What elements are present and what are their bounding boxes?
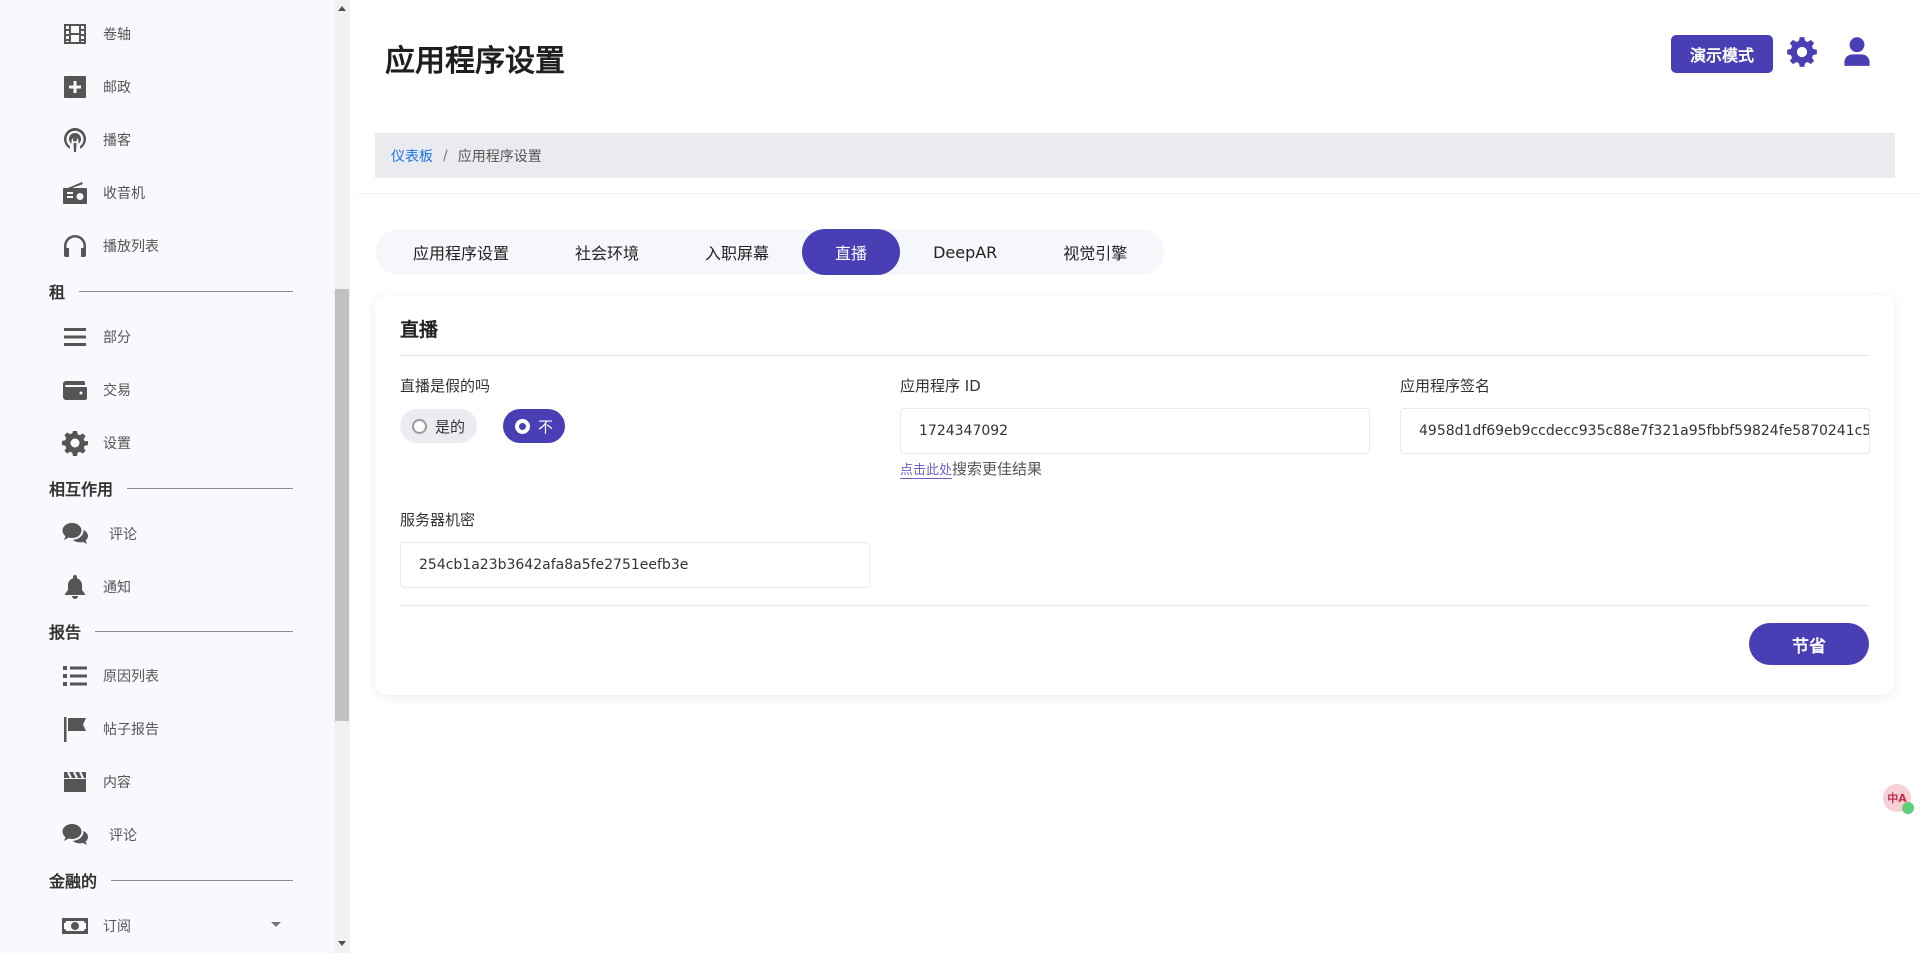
wallet-icon xyxy=(61,376,89,404)
sidebar-item-sections[interactable]: 部分 xyxy=(61,319,131,355)
radio-yes[interactable]: 是的 xyxy=(400,409,478,443)
flag-icon xyxy=(61,715,89,743)
section-interaction: 相互作用 xyxy=(49,478,293,499)
sidebar-item-comments-2[interactable]: 评论 xyxy=(61,817,137,853)
demo-mode-button[interactable]: 演示模式 xyxy=(1671,35,1773,73)
podcast-icon xyxy=(61,126,89,154)
sidebar-item-label: 邮政 xyxy=(103,80,131,96)
fake-live-label: 直播是假的吗 xyxy=(400,377,491,395)
server-secret-input[interactable]: 254cb1a23b3642afa8a5fe2751eefb3e xyxy=(400,542,870,588)
list-icon xyxy=(61,662,89,690)
tab-onboarding[interactable]: 入职屏幕 xyxy=(672,229,802,275)
sidebar-item-comments[interactable]: 评论 xyxy=(61,516,137,552)
user-icon[interactable] xyxy=(1841,35,1875,69)
sidebar-item-label: 卷轴 xyxy=(103,27,131,43)
page-title: 应用程序设置 xyxy=(385,44,565,79)
sidebar-item-radio[interactable]: 收音机 xyxy=(61,175,145,211)
sidebar-item-label: 内容 xyxy=(103,775,131,791)
sidebar-item-label: 播放列表 xyxy=(103,239,159,255)
divider xyxy=(357,193,1920,194)
sidebar-item-label: 部分 xyxy=(103,330,131,346)
gear-icon[interactable] xyxy=(1786,36,1818,68)
sidebar-item-subscriptions[interactable]: 订阅 xyxy=(61,908,281,944)
sidebar-item-content[interactable]: 内容 xyxy=(61,764,131,800)
sidebar-item-podcast[interactable]: 播客 xyxy=(61,122,131,158)
divider xyxy=(400,605,1870,606)
app-sign-input[interactable]: 4958d1df69eb9ccdecc935c88e7f321a95fbbf59… xyxy=(1400,408,1870,454)
save-button[interactable]: 节省 xyxy=(1749,623,1869,665)
clapperboard-icon xyxy=(61,768,89,796)
breadcrumb: 仪表板 / 应用程序设置 xyxy=(375,133,1895,178)
app-id-label: 应用程序 ID xyxy=(900,377,981,395)
breadcrumb-home-link[interactable]: 仪表板 xyxy=(391,146,433,166)
sidebar-item-label: 通知 xyxy=(103,580,131,596)
app-id-hint: 点击此处搜索更佳结果 xyxy=(900,460,1043,479)
section-rent: 租 xyxy=(49,281,293,302)
app-sign-label: 应用程序签名 xyxy=(1400,377,1491,395)
film-icon xyxy=(61,20,89,48)
tab-social[interactable]: 社会环境 xyxy=(542,229,672,275)
sidebar-item-label: 原因列表 xyxy=(103,669,159,685)
chevron-down-icon[interactable] xyxy=(271,922,281,927)
radio-no[interactable]: 不 xyxy=(503,409,566,443)
radio-checked-icon xyxy=(515,418,530,434)
sidebar-item-label: 帖子报告 xyxy=(103,722,159,738)
money-bill-icon xyxy=(61,912,89,940)
sidebar-item-reason-list[interactable]: 原因列表 xyxy=(61,658,159,694)
comments-icon xyxy=(61,821,89,849)
gear-icon xyxy=(61,429,89,457)
sidebar-item-label: 收音机 xyxy=(103,186,145,202)
radio-unchecked-icon xyxy=(412,418,427,434)
scroll-up-arrow[interactable] xyxy=(338,6,346,11)
sidebar-item-transactions[interactable]: 交易 xyxy=(61,372,131,408)
divider xyxy=(400,355,1870,356)
tab-live[interactable]: 直播 xyxy=(802,229,901,275)
sidebar-scrollbar[interactable] xyxy=(334,0,350,953)
radio-icon xyxy=(61,179,89,207)
tab-app-settings[interactable]: 应用程序设置 xyxy=(380,229,542,275)
section-financial: 金融的 xyxy=(49,870,293,891)
comments-icon xyxy=(61,520,89,548)
sidebar-item-notifications[interactable]: 通知 xyxy=(61,569,131,605)
sidebar-item-label: 评论 xyxy=(109,527,137,543)
live-settings-card: 直播 直播是假的吗 是的 不 应用程序 ID 1724347092 点击此处搜索… xyxy=(375,295,1894,695)
tab-vision-engine[interactable]: 视觉引擎 xyxy=(1030,229,1160,275)
section-reports: 报告 xyxy=(49,621,293,642)
app-id-input[interactable]: 1724347092 xyxy=(900,408,1370,454)
bars-icon xyxy=(61,323,89,351)
sidebar-item-settings[interactable]: 设置 xyxy=(61,425,131,461)
scrollbar-thumb[interactable] xyxy=(335,289,349,721)
sidebar-item-post-reports[interactable]: 帖子报告 xyxy=(61,711,159,747)
plus-square-icon xyxy=(61,73,89,101)
card-title: 直播 xyxy=(400,319,439,341)
check-icon xyxy=(1902,802,1914,814)
scroll-down-arrow[interactable] xyxy=(338,941,346,946)
click-here-link[interactable]: 点击此处 xyxy=(900,463,953,479)
tab-deepar[interactable]: DeepAR xyxy=(900,229,1030,275)
sidebar-item-label: 设置 xyxy=(103,436,131,452)
server-secret-label: 服务器机密 xyxy=(400,511,476,529)
sidebar-item-playlist[interactable]: 播放列表 xyxy=(61,228,159,264)
translate-icon[interactable]: 中A xyxy=(1883,784,1914,814)
sidebar-item-posts[interactable]: 邮政 xyxy=(61,69,131,105)
headphones-icon xyxy=(61,232,89,260)
breadcrumb-separator: / xyxy=(443,147,448,164)
sidebar-item-label: 评论 xyxy=(109,828,137,844)
breadcrumb-current: 应用程序设置 xyxy=(457,148,542,165)
sidebar-item-label: 订阅 xyxy=(103,919,131,935)
bell-icon xyxy=(61,573,89,601)
settings-tabs: 应用程序设置 社会环境 入职屏幕 直播 DeepAR 视觉引擎 xyxy=(376,229,1165,275)
sidebar-item-reels[interactable]: 卷轴 xyxy=(61,16,131,52)
sidebar-item-label: 播客 xyxy=(103,133,131,149)
sidebar: 卷轴 邮政 播客 收音机 播放列表 租 部分 交易 设置 相互作用 评论 通知 xyxy=(0,0,334,953)
sidebar-item-label: 交易 xyxy=(103,383,131,399)
